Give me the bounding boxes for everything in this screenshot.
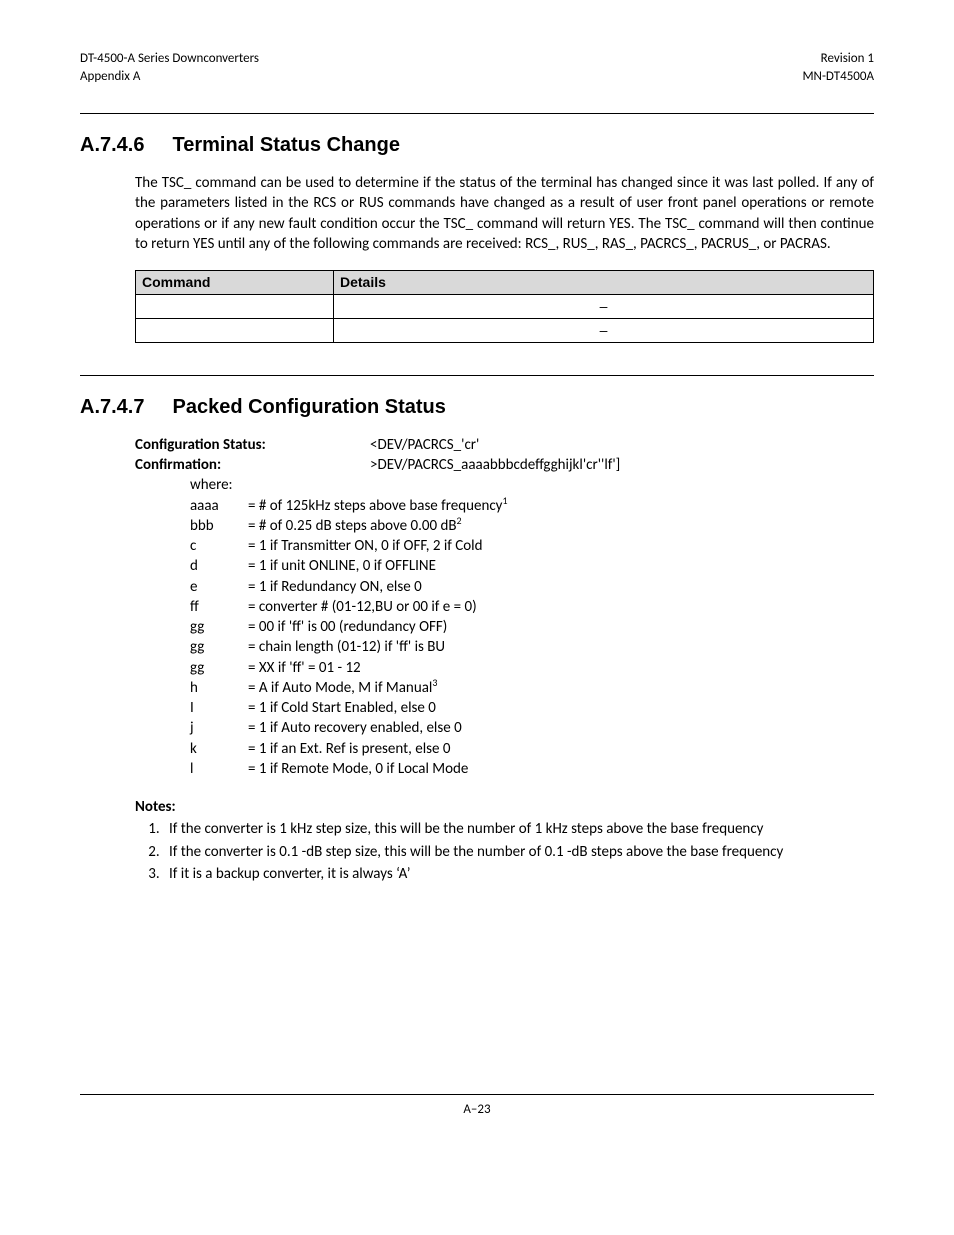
- table-header-details: Details: [334, 271, 874, 295]
- parameter-value: = 1 if Transmitter ON, 0 if OFF, 2 if Co…: [248, 536, 483, 556]
- where-label: where:: [190, 475, 874, 495]
- parameter-value: = 1 if Cold Start Enabled, else 0: [248, 698, 436, 718]
- parameter-row: d= 1 if unit ONLINE, 0 if OFFLINE: [135, 556, 874, 576]
- section-number: A.7.4.7: [80, 394, 144, 421]
- footnote-ref: 2: [457, 514, 462, 527]
- section-heading: A.7.4.6 Terminal Status Change: [80, 132, 874, 159]
- note-item: If it is a backup converter, it is alway…: [163, 864, 874, 884]
- section-paragraph: The TSC_ command can be used to determin…: [135, 173, 874, 254]
- table-cell: [136, 294, 334, 318]
- parameter-row: c= 1 if Transmitter ON, 0 if OFF, 2 if C…: [135, 536, 874, 556]
- parameter-row: l= 1 if Remote Mode, 0 if Local Mode: [135, 759, 874, 779]
- parameter-value: = 1 if unit ONLINE, 0 if OFFLINE: [248, 556, 436, 576]
- table-header-row: Command Details: [136, 271, 874, 295]
- confirmation-value: >DEV/PACRCS_aaaabbbcdeffgghijkl'cr''lf']: [370, 455, 874, 475]
- section-number: A.7.4.6: [80, 132, 144, 159]
- section-title-text: Terminal Status Change: [172, 134, 399, 156]
- parameter-key: bbb: [135, 516, 248, 536]
- divider: [80, 375, 874, 376]
- divider: [80, 1094, 874, 1095]
- parameter-key: gg: [135, 658, 248, 678]
- table-header-command: Command: [136, 271, 334, 295]
- parameter-key: ff: [135, 597, 248, 617]
- parameter-row: h= A if Auto Mode, M if Manual3: [135, 678, 874, 698]
- table-cell: –: [334, 294, 874, 318]
- parameter-row: gg= chain length (01-12) if 'ff' is BU: [135, 637, 874, 657]
- config-status-label: Configuration Status:: [135, 435, 370, 455]
- parameter-key: j: [135, 718, 248, 738]
- command-table: Command Details – –: [135, 270, 874, 343]
- parameter-value: = 1 if Remote Mode, 0 if Local Mode: [248, 759, 468, 779]
- table-cell: –: [334, 318, 874, 342]
- parameter-list: aaaa= # of 125kHz steps above base frequ…: [135, 496, 874, 780]
- note-item: If the converter is 1 kHz step size, thi…: [163, 819, 874, 839]
- parameter-key: k: [135, 739, 248, 759]
- parameter-row: ff= converter # (01-12,BU or 00 if e = 0…: [135, 597, 874, 617]
- parameter-key: h: [135, 678, 248, 698]
- parameter-key: gg: [135, 637, 248, 657]
- notes-list: If the converter is 1 kHz step size, thi…: [163, 819, 874, 884]
- parameter-value: = # of 125kHz steps above base frequency…: [248, 496, 508, 516]
- parameter-row: k= 1 if an Ext. Ref is present, else 0: [135, 739, 874, 759]
- parameter-value: = A if Auto Mode, M if Manual3: [248, 678, 437, 698]
- note-item: If the converter is 0.1 -dB step size, t…: [163, 842, 874, 862]
- parameter-value: = 1 if Redundancy ON, else 0: [248, 577, 422, 597]
- header-left-2: Appendix A: [80, 68, 140, 86]
- header-right-1: Revision 1: [821, 50, 874, 68]
- table-row: –: [136, 294, 874, 318]
- parameter-value: = XX if 'ff' = 01 - 12: [248, 658, 361, 678]
- confirmation-label: Confirmation:: [135, 455, 370, 475]
- parameter-row: j= 1 if Auto recovery enabled, else 0: [135, 718, 874, 738]
- config-status-value: <DEV/PACRCS_'cr': [370, 435, 874, 455]
- parameter-key: d: [135, 556, 248, 576]
- footnote-ref: 3: [432, 676, 437, 689]
- parameter-key: I: [135, 698, 248, 718]
- config-status-block: Configuration Status: <DEV/PACRCS_'cr' C…: [135, 435, 874, 496]
- parameter-row: e= 1 if Redundancy ON, else 0: [135, 577, 874, 597]
- parameter-key: e: [135, 577, 248, 597]
- section-heading: A.7.4.7 Packed Configuration Status: [80, 394, 874, 421]
- parameter-value: = chain length (01-12) if 'ff' is BU: [248, 637, 445, 657]
- header-right-2: MN-DT4500A: [802, 68, 874, 86]
- parameter-value: = 1 if Auto recovery enabled, else 0: [248, 718, 462, 738]
- parameter-row: I= 1 if Cold Start Enabled, else 0: [135, 698, 874, 718]
- parameter-value: = converter # (01-12,BU or 00 if e = 0): [248, 597, 477, 617]
- parameter-row: gg= XX if 'ff' = 01 - 12: [135, 658, 874, 678]
- table-row: –: [136, 318, 874, 342]
- header-left-1: DT-4500-A Series Downconverters: [80, 50, 259, 68]
- parameter-row: bbb= # of 0.25 dB steps above 0.00 dB2: [135, 516, 874, 536]
- parameter-value: = # of 0.25 dB steps above 0.00 dB2: [248, 516, 462, 536]
- page-number: A–23: [80, 1101, 874, 1119]
- footnote-ref: 1: [502, 494, 507, 507]
- parameter-key: gg: [135, 617, 248, 637]
- parameter-key: aaaa: [135, 496, 248, 516]
- parameter-value: = 1 if an Ext. Ref is present, else 0: [248, 739, 451, 759]
- notes-block: Notes: If the converter is 1 kHz step si…: [135, 797, 874, 884]
- table-cell: [136, 318, 334, 342]
- parameter-value: = 00 if 'ff' is 00 (redundancy OFF): [248, 617, 447, 637]
- notes-title: Notes:: [135, 797, 874, 817]
- page-header: DT-4500-A Series Downconverters Revision…: [80, 50, 874, 85]
- section-title-text: Packed Configuration Status: [172, 396, 445, 418]
- parameter-row: gg= 00 if 'ff' is 00 (redundancy OFF): [135, 617, 874, 637]
- parameter-key: c: [135, 536, 248, 556]
- parameter-key: l: [135, 759, 248, 779]
- parameter-row: aaaa= # of 125kHz steps above base frequ…: [135, 496, 874, 516]
- divider: [80, 113, 874, 114]
